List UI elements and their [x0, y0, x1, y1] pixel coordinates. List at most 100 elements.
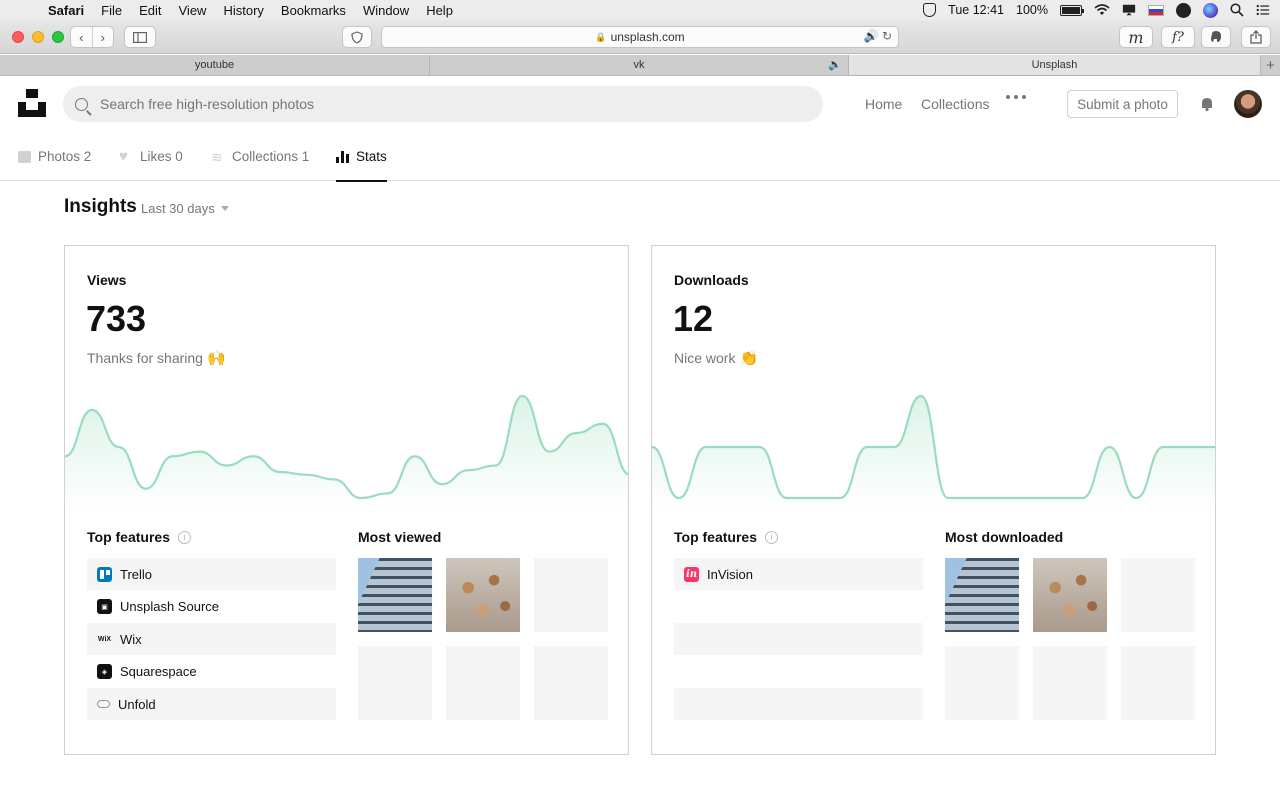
address-bar[interactable]: 🔒 unsplash.com 🔊 ↻	[381, 26, 899, 48]
logo-top	[26, 89, 38, 98]
feature-row-invision[interactable]: in InVision	[674, 558, 923, 590]
sidebar-toggle-button[interactable]	[124, 26, 156, 48]
empty-thumbnail	[534, 646, 608, 720]
extension-button-f[interactable]: f?	[1161, 26, 1195, 48]
privacy-report-button[interactable]	[342, 26, 372, 48]
feature-label: Squarespace	[120, 664, 197, 679]
photo-icon	[18, 150, 31, 163]
date-range-dropdown[interactable]: Last 30 days	[141, 201, 229, 216]
menu-app-name[interactable]: Safari	[48, 3, 84, 18]
search-bar	[63, 86, 823, 122]
tab-youtube[interactable]: youtube	[0, 55, 430, 75]
share-icon	[1250, 30, 1262, 44]
views-top-features-title: Top features i	[87, 529, 191, 545]
downloads-subtitle: Nice work 👏	[674, 349, 758, 367]
top-features-label: Top features	[674, 529, 757, 545]
feature-row-wix[interactable]: WiX Wix	[87, 623, 336, 655]
search-input[interactable]	[100, 96, 780, 112]
menu-file[interactable]: File	[101, 3, 122, 18]
notifications-bell-icon[interactable]	[1199, 96, 1215, 112]
info-icon[interactable]: i	[177, 530, 191, 544]
submit-photo-button[interactable]: Submit a photo	[1067, 90, 1178, 118]
feature-row-unsplash-source[interactable]: ▣ Unsplash Source	[87, 591, 336, 623]
unsplash-source-icon: ▣	[97, 599, 112, 614]
search-icon[interactable]	[75, 97, 88, 111]
layers-icon: ≋	[211, 148, 223, 165]
menu-window[interactable]: Window	[363, 3, 409, 18]
spotlight-search-icon[interactable]	[1230, 3, 1244, 17]
photo-thumbnail-plant[interactable]	[446, 558, 520, 632]
tab-collections[interactable]: ≋ Collections 1	[211, 132, 309, 181]
tab-stats-label: Stats	[356, 149, 387, 164]
input-source-flag-icon[interactable]	[1148, 4, 1164, 16]
notification-center-icon[interactable]	[1256, 3, 1270, 17]
new-tab-button[interactable]: +	[1261, 55, 1280, 75]
tab-likes[interactable]: ♥ Likes 0	[119, 132, 183, 181]
display-icon[interactable]	[1122, 3, 1136, 17]
tab-stats[interactable]: Stats	[336, 132, 387, 182]
most-downloaded-title: Most downloaded	[945, 529, 1064, 545]
site-header: Home Collections Submit a photo	[0, 76, 1280, 132]
tab-vk[interactable]: vk 🔈	[430, 55, 849, 75]
empty-thumbnail	[945, 646, 1019, 720]
trello-icon	[97, 566, 112, 582]
heart-icon: ♥	[119, 148, 128, 165]
feature-row-trello[interactable]: Trello	[87, 558, 336, 590]
info-icon[interactable]: i	[764, 530, 778, 544]
menu-view[interactable]: View	[179, 3, 207, 18]
tab-label: vk	[633, 59, 645, 71]
sidebar-icon	[133, 31, 147, 43]
forward-button[interactable]: ›	[92, 30, 113, 45]
downloads-top-features-title: Top features i	[674, 529, 778, 545]
minimize-window-button[interactable]	[32, 31, 44, 43]
tab-photos[interactable]: Photos 2	[18, 132, 91, 181]
tab-collections-label: Collections 1	[232, 149, 310, 164]
nav-collections-link[interactable]: Collections	[921, 96, 989, 112]
photo-thumbnail-building[interactable]	[358, 558, 432, 632]
downloads-value: 12	[673, 298, 714, 339]
empty-thumbnail	[534, 558, 608, 632]
reload-icon[interactable]: ↻	[882, 29, 892, 43]
most-viewed-title: Most viewed	[358, 529, 442, 545]
photo-thumbnail-plant[interactable]	[1033, 558, 1107, 632]
downloads-card: Downloads 12 Nice work 👏 Top features i i…	[651, 245, 1216, 755]
feature-row-squarespace[interactable]: ◈ Squarespace	[87, 656, 336, 688]
tab-photos-label: Photos 2	[38, 149, 92, 164]
bar-chart-icon	[336, 150, 349, 163]
vpn-shield-icon[interactable]	[923, 3, 937, 17]
evernote-extension-button[interactable]	[1201, 26, 1231, 48]
empty-thumbnail	[358, 646, 432, 720]
photo-thumbnail-building[interactable]	[945, 558, 1019, 632]
menu-history[interactable]: History	[223, 3, 263, 18]
unsplash-logo[interactable]	[18, 89, 46, 117]
menu-help[interactable]: Help	[426, 3, 453, 18]
tab-audio-icon[interactable]: 🔈	[828, 58, 842, 71]
feature-row-unfold[interactable]: Unfold	[87, 688, 336, 720]
fullscreen-window-button[interactable]	[52, 31, 64, 43]
more-menu-icon[interactable]	[1006, 95, 1026, 99]
menubar-clock[interactable]: Tue 12:41	[948, 3, 1004, 17]
window-controls	[12, 31, 64, 43]
menu-edit[interactable]: Edit	[139, 3, 161, 18]
back-button[interactable]: ‹	[71, 30, 92, 45]
tab-unsplash[interactable]: Unsplash	[849, 55, 1261, 75]
menu-bookmarks[interactable]: Bookmarks	[281, 3, 346, 18]
share-button[interactable]	[1241, 26, 1271, 48]
user-avatar[interactable]	[1234, 90, 1262, 118]
siri-icon[interactable]	[1203, 2, 1218, 18]
raised-hands-emoji: 🙌	[206, 350, 226, 367]
telegram-icon[interactable]	[1176, 2, 1191, 18]
audio-playing-icon[interactable]: 🔊 ↻	[864, 29, 892, 43]
elephant-icon	[1211, 31, 1221, 42]
wifi-icon[interactable]	[1094, 4, 1110, 16]
menubar-status-area: Tue 12:41 100%	[923, 0, 1270, 20]
extension-button-m[interactable]: m	[1119, 26, 1153, 48]
close-window-button[interactable]	[12, 31, 24, 43]
battery-percent: 100%	[1016, 3, 1048, 17]
views-value: 733	[86, 298, 147, 339]
tab-likes-label: Likes 0	[140, 149, 183, 164]
tab-label: youtube	[194, 59, 235, 71]
nav-home-link[interactable]: Home	[865, 96, 902, 112]
battery-icon[interactable]	[1060, 4, 1084, 16]
navigation-buttons: ‹ ›	[70, 26, 114, 48]
